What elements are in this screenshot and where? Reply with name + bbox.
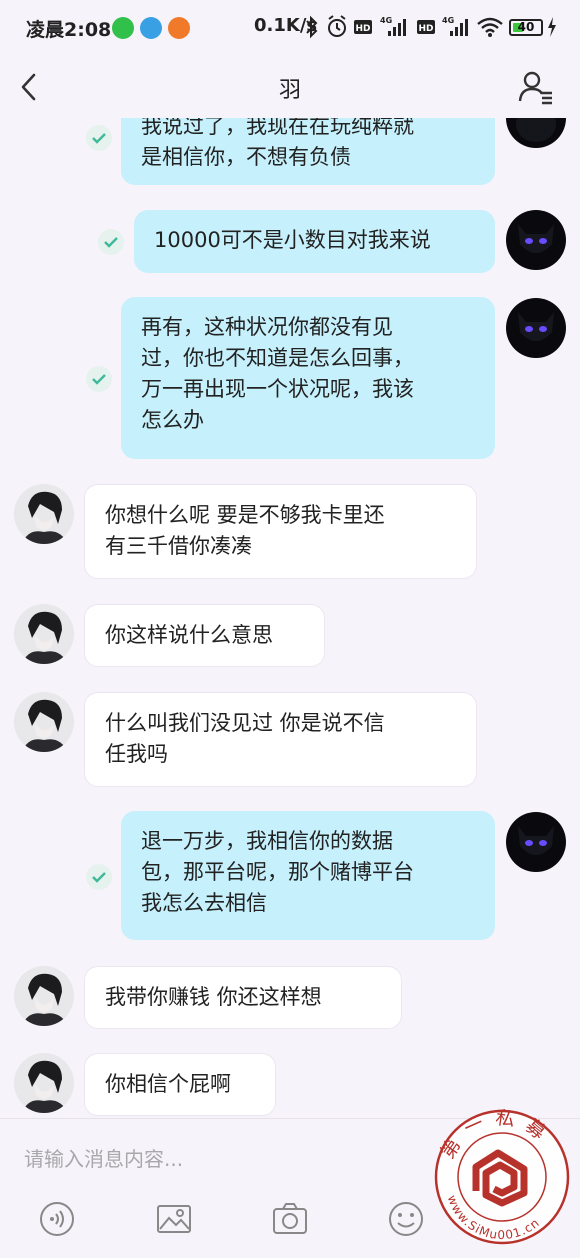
message-text-line: 退一万步，我相信你的数据 — [141, 829, 393, 853]
read-check-icon — [86, 366, 112, 392]
my-avatar[interactable] — [506, 210, 566, 270]
message-bubble-sent[interactable]: 退一万步，我相信你的数据 包，那平台呢，那个赌博平台 我怎么去相信 — [121, 811, 495, 940]
signal-4g-icon: 4G — [380, 16, 406, 36]
app-icon — [168, 17, 190, 39]
hd-icon: HD — [417, 20, 435, 34]
my-avatar[interactable] — [506, 298, 566, 358]
chat-title: 羽 — [278, 78, 301, 103]
watermark-seal: 第一私募 www.SiMu001.cn — [434, 1107, 570, 1245]
contact-profile-icon[interactable] — [518, 69, 554, 105]
image-icon[interactable] — [154, 1199, 194, 1239]
message-bubble-received[interactable]: 什么叫我们没见过 你是说不信 任我吗 — [84, 692, 477, 787]
message-text-line: 什么叫我们没见过 你是说不信 — [105, 711, 385, 735]
message-text-line: 再有，这种状况你都没有见 — [141, 315, 393, 339]
message-text-line: 怎么办 — [141, 408, 204, 432]
alarm-icon — [328, 15, 346, 37]
my-avatar[interactable] — [506, 118, 566, 148]
browser-icon — [140, 17, 162, 39]
voice-icon[interactable] — [37, 1199, 77, 1239]
battery-level: 40 — [517, 20, 535, 34]
message-text-line: 我说过了，我现在在玩纯粹就 — [141, 118, 414, 138]
message-input[interactable]: 请输入消息内容... — [24, 1143, 183, 1172]
message-list[interactable]: 我说过了，我现在在玩纯粹就 是相信你，不想有负债 10000可不是小数目对我来说… — [0, 118, 580, 1118]
status-time: 凌晨2:08 — [26, 19, 112, 41]
wechat-icon — [112, 17, 134, 39]
message-text-line: 万一再出现一个状况呢，我该 — [141, 377, 414, 401]
contact-avatar[interactable] — [14, 692, 74, 752]
emoji-icon[interactable] — [386, 1199, 426, 1239]
wifi-icon — [477, 17, 503, 37]
bluetooth-icon — [306, 15, 318, 39]
svg-text:4G: 4G — [380, 16, 392, 25]
hd-icon: HD — [354, 20, 372, 34]
message-text-line: 你这样说什么意思 — [105, 623, 273, 647]
message-bubble-received[interactable]: 你相信个屁啊 — [84, 1053, 276, 1116]
message-text-line: 你相信个屁啊 — [105, 1072, 231, 1096]
message-text-line: 是相信你，不想有负债 — [141, 145, 351, 169]
read-check-icon — [86, 864, 112, 890]
read-check-icon — [86, 125, 112, 151]
battery-icon: 40 — [509, 19, 543, 36]
contact-avatar[interactable] — [14, 966, 74, 1026]
message-bubble-sent[interactable]: 10000可不是小数目对我来说 — [134, 210, 495, 273]
contact-avatar[interactable] — [14, 484, 74, 544]
signal-4g-icon: 4G — [442, 16, 468, 36]
message-text-line: 你想什么呢 要是不够我卡里还 — [105, 503, 385, 527]
message-text-line: 我带你赚钱 你还这样想 — [105, 985, 322, 1009]
message-text-line: 10000可不是小数目对我来说 — [154, 228, 431, 252]
svg-text:HD: HD — [418, 24, 433, 34]
contact-avatar[interactable] — [14, 1053, 74, 1113]
camera-icon[interactable] — [270, 1199, 310, 1239]
svg-text:HD: HD — [355, 24, 370, 34]
message-bubble-sent[interactable]: 再有，这种状况你都没有见 过，你也不知道是怎么回事， 万一再出现一个状况呢，我该… — [121, 297, 495, 459]
message-bubble-received[interactable]: 你这样说什么意思 — [84, 604, 325, 667]
message-bubble-received[interactable]: 你想什么呢 要是不够我卡里还 有三千借你凑凑 — [84, 484, 477, 579]
status-bar: 凌晨2:08 0.1K/s HD 4G HD 4G 40 — [0, 0, 580, 56]
message-bubble-received[interactable]: 我带你赚钱 你还这样想 — [84, 966, 402, 1029]
svg-text:4G: 4G — [442, 16, 454, 25]
message-bubble-sent[interactable]: 我说过了，我现在在玩纯粹就 是相信你，不想有负债 — [121, 118, 495, 185]
message-text-line: 有三千借你凑凑 — [105, 534, 252, 558]
my-avatar[interactable] — [506, 812, 566, 872]
message-text-line: 过，你也不知道是怎么回事， — [141, 346, 414, 370]
chat-header: 羽 — [0, 56, 580, 118]
message-text-line: 任我吗 — [105, 742, 168, 766]
read-check-icon — [98, 229, 124, 255]
message-text-line: 我怎么去相信 — [141, 891, 267, 915]
message-text-line: 包，那平台呢，那个赌博平台 — [141, 860, 414, 884]
contact-avatar[interactable] — [14, 604, 74, 664]
charging-icon — [548, 17, 556, 37]
